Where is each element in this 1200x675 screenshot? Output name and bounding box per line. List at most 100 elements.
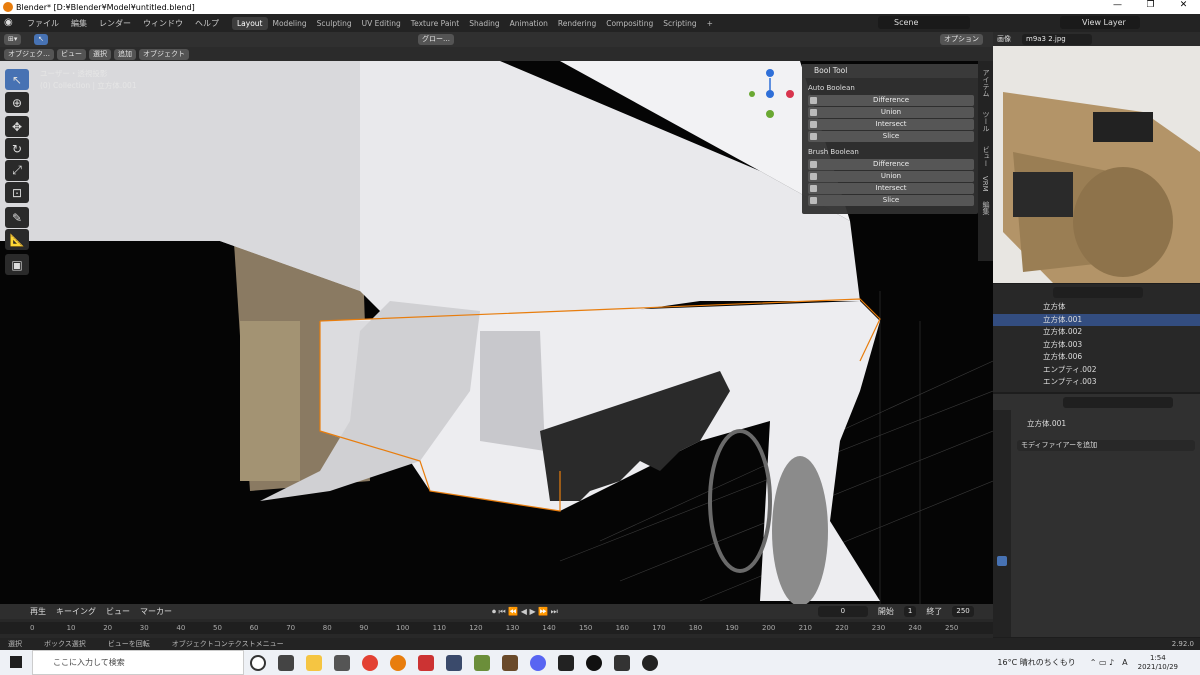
workspace-tab-7[interactable]: Rendering	[553, 17, 601, 30]
clock[interactable]: 1:54 2021/10/29	[1138, 654, 1178, 672]
menu-marker[interactable]: マーカー	[140, 606, 172, 617]
add-modifier-dropdown[interactable]: モディファイアーを追加	[1017, 440, 1195, 451]
app-game-icon[interactable]	[614, 654, 630, 671]
button-label: Difference	[872, 160, 910, 168]
image-file-selector[interactable]: m9a3 2.jpg	[1022, 33, 1092, 45]
mode-dropdown[interactable]: オブジェク…	[4, 48, 54, 60]
ime-indicator[interactable]: A	[1122, 658, 1127, 667]
start-frame-field[interactable]: 1	[903, 606, 917, 617]
tab-edit[interactable]: 編集	[981, 201, 991, 215]
menu-playback[interactable]: 再生	[30, 606, 46, 617]
view-layer-selector[interactable]: View Layer	[1060, 16, 1140, 29]
app-2k-icon[interactable]	[446, 654, 462, 671]
tab-tool[interactable]: ツール	[981, 111, 991, 132]
outliner-row[interactable]: 立方体.001	[993, 313, 1200, 326]
transform-orientation[interactable]: グロー…	[418, 34, 454, 45]
minecraft-icon[interactable]	[474, 654, 490, 671]
timeline-ruler[interactable]: 0 10 20 30 40 50 60 70 80 90 100 110 120 130 140 150 160…	[0, 622, 993, 634]
menu-select[interactable]: 選択	[89, 48, 111, 60]
blender-taskbar-icon[interactable]	[390, 654, 406, 671]
minimize-button[interactable]: —	[1101, 0, 1134, 10]
scale-tool-icon[interactable]: ⤢	[5, 160, 29, 181]
tab-item[interactable]: アイテム	[981, 69, 991, 97]
brush-slice-button[interactable]: Slice	[808, 195, 974, 206]
taskbar-search-input[interactable]: ここに入力して検索	[32, 650, 244, 675]
close-button[interactable]: ✕	[1167, 0, 1200, 10]
menu-view[interactable]: ビュー	[57, 48, 86, 60]
workspace-tab-5[interactable]: Shading	[464, 17, 504, 30]
workspace-tab-8[interactable]: Compositing	[601, 17, 658, 30]
brush-union-button[interactable]: Union	[808, 171, 974, 182]
add-cube-tool-icon[interactable]: ▣	[5, 254, 29, 275]
outliner-row[interactable]: 立方体	[993, 301, 1200, 314]
app-skull-icon[interactable]	[642, 654, 658, 671]
outliner-row[interactable]: 立方体.003	[993, 339, 1200, 352]
app-phone-icon[interactable]	[558, 654, 574, 671]
rotate-tool-icon[interactable]: ↻	[5, 138, 29, 159]
annotate-tool-icon[interactable]: ✎	[5, 207, 29, 228]
app-yu-icon[interactable]	[586, 654, 602, 671]
editor-type-button[interactable]: ⊞▾	[4, 34, 22, 45]
chrome-icon[interactable]	[362, 654, 378, 671]
workspace-tab-0[interactable]: Layout	[232, 16, 268, 30]
file-explorer-icon[interactable]	[306, 654, 322, 671]
cortana-icon[interactable]	[250, 654, 266, 671]
weather-text[interactable]: 16°C 晴れのちくもり	[997, 657, 1075, 668]
properties-search-input[interactable]	[1063, 397, 1173, 408]
auto-slice-button[interactable]: Slice	[808, 131, 974, 142]
brush-difference-button[interactable]: Difference	[808, 159, 974, 170]
tab-vrm[interactable]: VRM	[981, 176, 989, 192]
cursor-tool-icon[interactable]: ⊕	[5, 92, 29, 113]
options-dropdown[interactable]: オプション	[940, 34, 983, 45]
modifier-wrench-icon[interactable]	[997, 556, 1007, 566]
menu-item-2[interactable]: レンダー	[94, 18, 136, 29]
move-tool-icon[interactable]: ✥	[5, 116, 29, 137]
current-frame-field[interactable]: 0	[817, 606, 868, 617]
menu-add[interactable]: 追加	[114, 48, 136, 60]
menu-keying[interactable]: キーイング	[56, 606, 96, 617]
workspace-tab-6[interactable]: Animation	[505, 17, 553, 30]
auto-union-button[interactable]: Union	[808, 107, 974, 118]
task-view-icon[interactable]	[278, 654, 294, 671]
maximize-button[interactable]: ❐	[1134, 0, 1167, 10]
menu-object[interactable]: オブジェクト	[139, 48, 189, 60]
workspace-tab-1[interactable]: Modeling	[268, 17, 312, 30]
timeline-tick: 130	[505, 624, 520, 632]
menu-timeline-view[interactable]: ビュー	[106, 606, 130, 617]
outliner-row[interactable]: エンプティ.002	[993, 364, 1200, 377]
select-box-tool-icon[interactable]: ↖	[5, 69, 29, 90]
outliner-row[interactable]: 立方体.002	[993, 326, 1200, 339]
discord-icon[interactable]	[530, 654, 546, 671]
app-block-icon[interactable]	[502, 654, 518, 671]
windows-start-icon[interactable]	[10, 656, 22, 668]
workspace-tab-2[interactable]: Sculpting	[312, 17, 357, 30]
app-a-icon[interactable]	[418, 654, 434, 671]
workspace-tab-10[interactable]: +	[702, 17, 718, 30]
auto-intersect-button[interactable]: Intersect	[808, 119, 974, 130]
settings-icon[interactable]	[334, 654, 350, 671]
playback-controls-icon[interactable]: ⏺ ⏮ ⏪ ◀ ▶ ⏩ ⏭	[492, 607, 558, 617]
tab-view[interactable]: ビュー	[981, 146, 991, 167]
workspace-tab-9[interactable]: Scripting	[658, 17, 701, 30]
outliner-row[interactable]: エンプティ.003	[993, 376, 1200, 389]
viewport-header: ⊞▾ ↖ グロー… オプション	[0, 32, 993, 47]
outliner-row[interactable]: 立方体.006	[993, 351, 1200, 364]
bool-tool-title[interactable]: Bool Tool	[802, 64, 978, 78]
end-frame-field[interactable]: 250	[952, 606, 974, 617]
tray-icons[interactable]: ⌃ ▭ ♪	[1090, 658, 1114, 667]
transform-tool-icon[interactable]: ⊡	[5, 182, 29, 203]
workspace-tab-4[interactable]: Texture Paint	[406, 17, 464, 30]
menu-item-1[interactable]: 編集	[66, 18, 92, 29]
outliner-search-input[interactable]	[1053, 287, 1143, 298]
scene-selector[interactable]: Scene	[878, 16, 970, 29]
measure-tool-icon[interactable]: 📐	[5, 229, 29, 250]
menu-item-0[interactable]: ファイル	[22, 18, 64, 29]
auto-difference-button[interactable]: Difference	[808, 95, 974, 106]
menu-item-4[interactable]: ヘルプ	[190, 18, 224, 29]
brush-intersect-button[interactable]: Intersect	[808, 183, 974, 194]
blender-menu-icon[interactable]: ◉	[4, 17, 18, 29]
menu-item-3[interactable]: ウィンドウ	[138, 18, 188, 29]
workspace-tab-3[interactable]: UV Editing	[357, 17, 406, 30]
image-editor[interactable]	[993, 32, 1200, 283]
select-mode-button[interactable]: ↖	[34, 34, 48, 45]
